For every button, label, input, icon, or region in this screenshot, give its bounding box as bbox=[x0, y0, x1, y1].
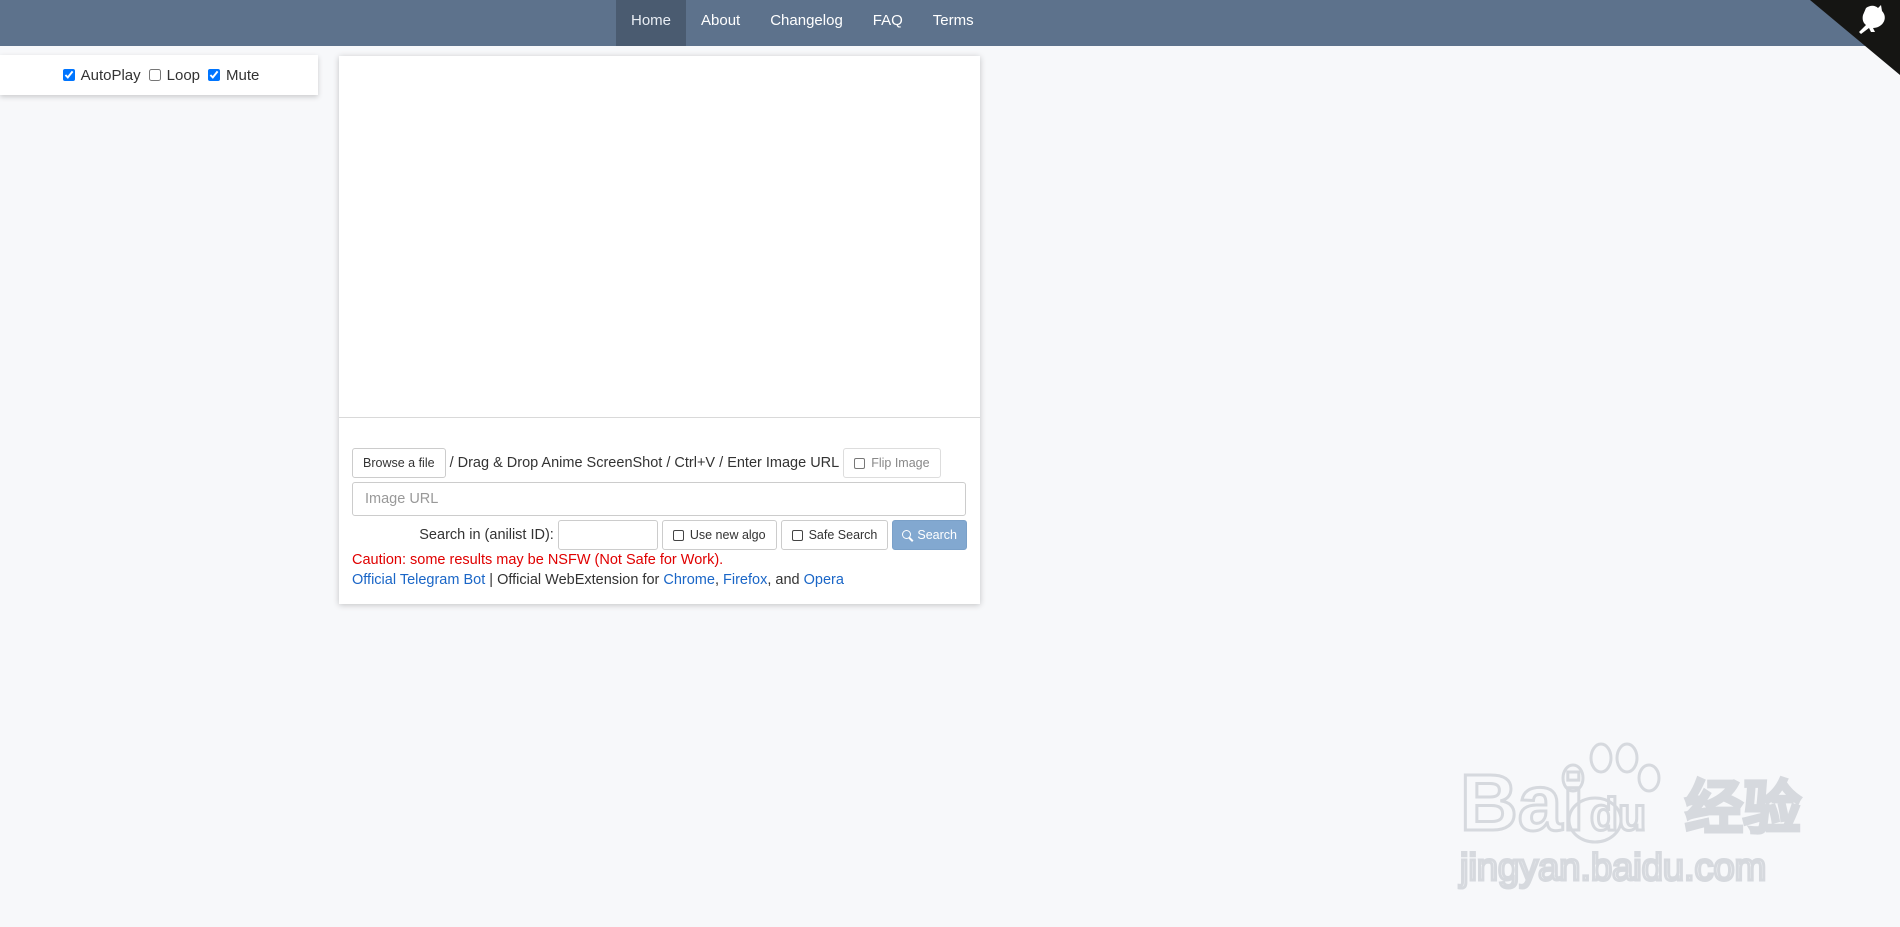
webextension-text: | Official WebExtension for bbox=[485, 572, 664, 588]
top-navbar: Home About Changelog FAQ Terms bbox=[0, 0, 1900, 46]
nav-faq[interactable]: FAQ bbox=[858, 0, 918, 46]
mute-checkbox[interactable] bbox=[208, 69, 221, 81]
upload-row: Browse a file / Drag & Drop Anime Screen… bbox=[352, 447, 941, 479]
search-button[interactable]: Search bbox=[892, 520, 967, 550]
mute-option[interactable]: Mute bbox=[204, 67, 259, 84]
watermark-domain: jingyan.baidu.com bbox=[1459, 847, 1766, 889]
chrome-link[interactable]: Chrome bbox=[663, 572, 715, 588]
loop-checkbox[interactable] bbox=[148, 69, 161, 81]
image-url-input[interactable] bbox=[352, 482, 966, 516]
loop-option[interactable]: Loop bbox=[145, 67, 200, 84]
image-preview-area[interactable] bbox=[339, 56, 980, 418]
opera-link[interactable]: Opera bbox=[804, 572, 844, 588]
flip-image-label: Flip Image bbox=[871, 456, 930, 470]
nav-changelog[interactable]: Changelog bbox=[755, 0, 858, 46]
comma-text: , bbox=[714, 572, 724, 588]
autoplay-label: AutoPlay bbox=[80, 66, 141, 84]
watermark-cn: 经验 bbox=[1685, 776, 1801, 841]
new-algo-checkbox-icon bbox=[672, 529, 684, 541]
safe-search-checkbox-icon bbox=[791, 529, 803, 541]
flip-checkbox-icon bbox=[854, 457, 866, 469]
safe-search-label: Safe Search bbox=[808, 528, 878, 542]
search-icon bbox=[902, 529, 912, 539]
github-corner-icon[interactable] bbox=[1810, 0, 1900, 75]
anilist-id-input[interactable] bbox=[557, 520, 658, 550]
flip-image-button[interactable]: Flip Image bbox=[843, 448, 941, 478]
browse-file-button[interactable]: Browse a file bbox=[352, 448, 446, 478]
anilist-label: Search in (anilist ID): bbox=[419, 527, 554, 543]
safe-search-button[interactable]: Safe Search bbox=[780, 520, 889, 550]
baidu-watermark: Bai du 经验 jingyan.baidu.com bbox=[1458, 742, 1803, 890]
search-options-row: Search in (anilist ID): Use new algo Saf… bbox=[419, 520, 967, 550]
autoplay-checkbox[interactable] bbox=[62, 69, 75, 81]
mute-label: Mute bbox=[226, 66, 260, 84]
search-button-label: Search bbox=[917, 528, 957, 542]
autoplay-option[interactable]: AutoPlay bbox=[59, 67, 141, 84]
nav-menu: Home About Changelog FAQ Terms bbox=[616, 0, 989, 46]
firefox-link[interactable]: Firefox bbox=[723, 572, 767, 588]
watermark-du: du bbox=[1590, 788, 1646, 840]
loop-label: Loop bbox=[166, 66, 201, 84]
search-card: Browse a file / Drag & Drop Anime Screen… bbox=[339, 56, 980, 604]
nav-terms[interactable]: Terms bbox=[918, 0, 989, 46]
nav-about[interactable]: About bbox=[686, 0, 755, 46]
upload-instructions: / Drag & Drop Anime ScreenShot / Ctrl+V … bbox=[449, 455, 840, 471]
use-new-algo-button[interactable]: Use new algo bbox=[661, 520, 777, 550]
and-text: , and bbox=[767, 572, 804, 588]
new-algo-label: Use new algo bbox=[689, 528, 766, 542]
extension-links: Official Telegram Bot | Official WebExte… bbox=[352, 572, 844, 588]
telegram-bot-link[interactable]: Official Telegram Bot bbox=[352, 572, 485, 588]
player-options-panel: AutoPlay Loop Mute bbox=[0, 55, 318, 95]
nav-home[interactable]: Home bbox=[616, 0, 687, 46]
nsfw-caution-text: Caution: some results may be NSFW (Not S… bbox=[352, 552, 724, 568]
